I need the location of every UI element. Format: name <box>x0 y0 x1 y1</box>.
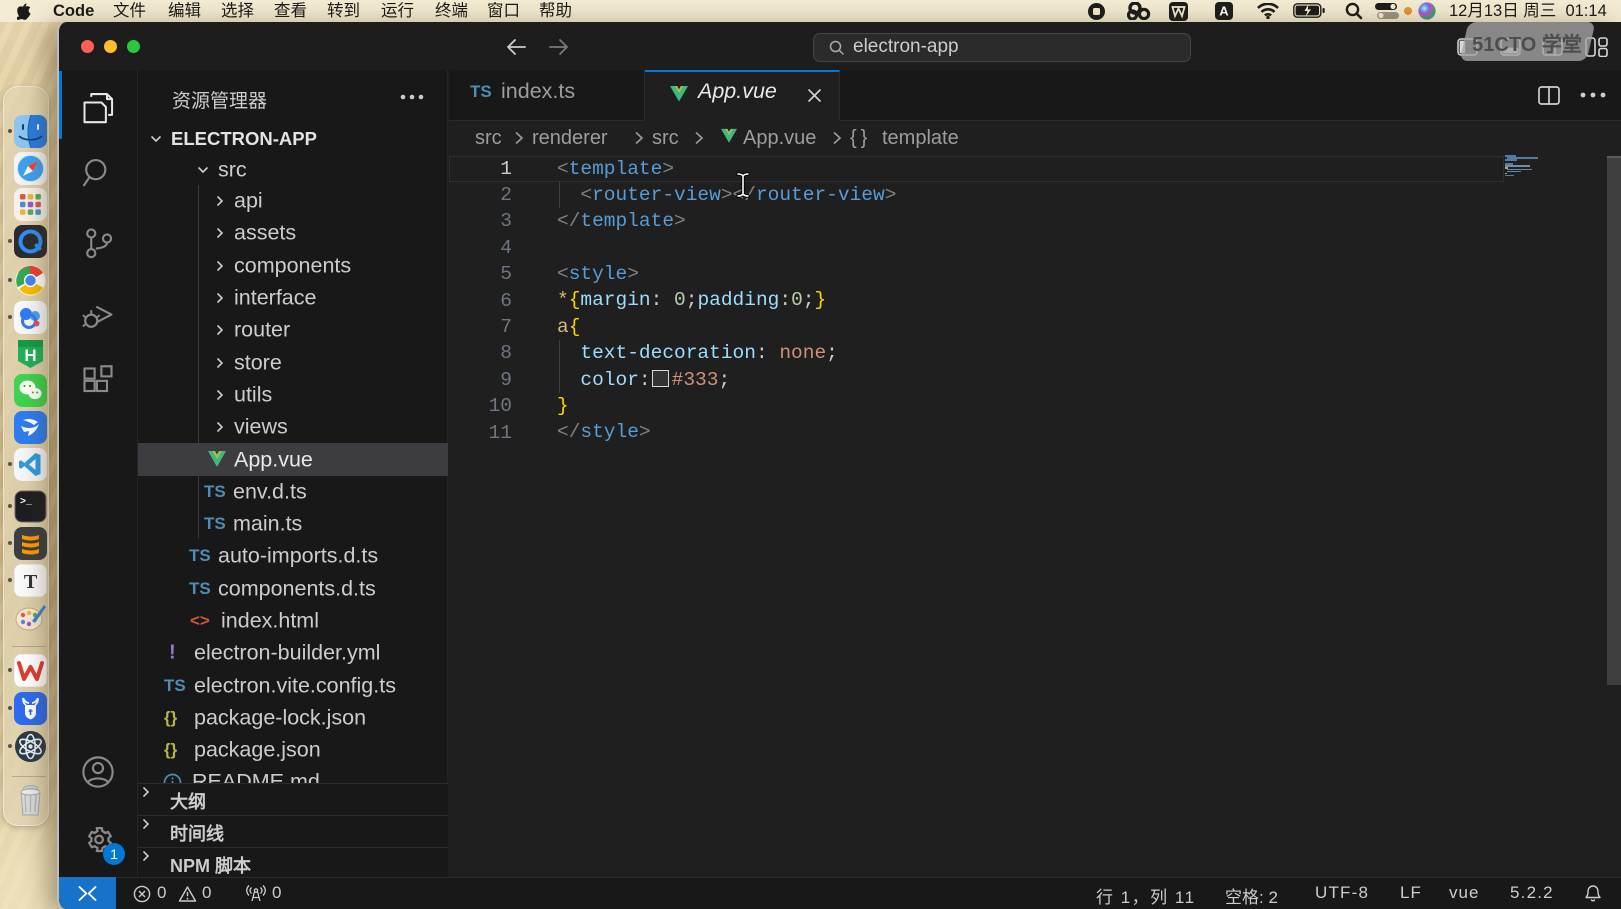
svg-text:T: T <box>24 571 38 593</box>
svg-text:A: A <box>1219 4 1229 19</box>
svg-text:>_: >_ <box>20 497 33 508</box>
svg-text:H: H <box>24 346 36 365</box>
